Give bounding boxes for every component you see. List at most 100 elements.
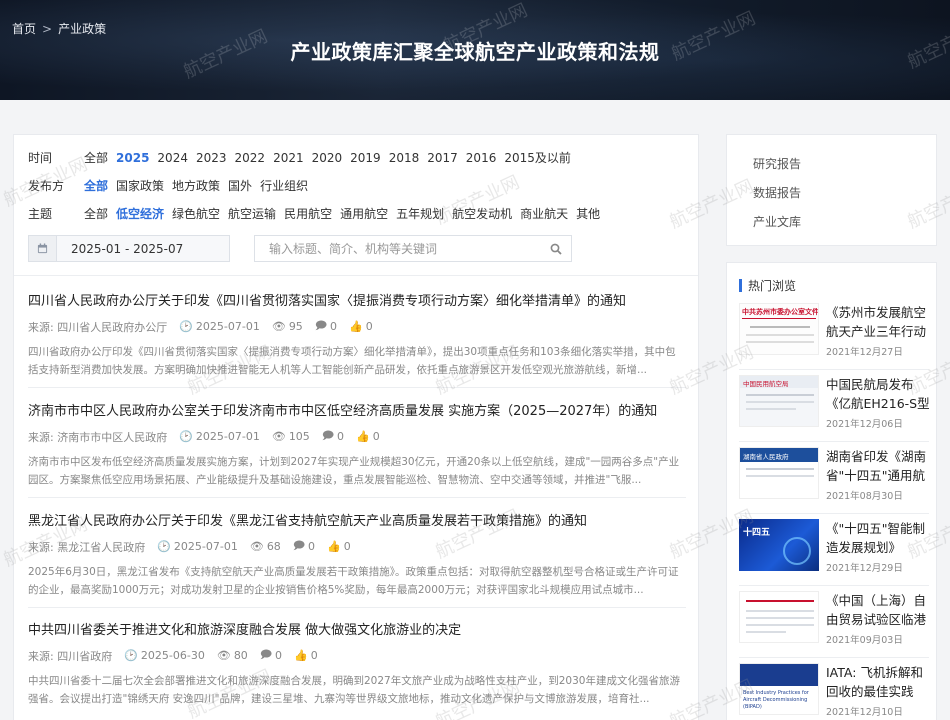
filter-time-option[interactable]: 2024: [157, 151, 188, 165]
clock-icon: 🕑: [157, 540, 171, 553]
filter-time-option[interactable]: 全部: [84, 149, 108, 166]
article-title[interactable]: 中共四川省委关于推进文化和旅游深度融合发展 做大做强文化旅游业的决定: [28, 619, 686, 638]
hot-heading-text: 热门浏览: [748, 279, 797, 293]
comment-icon[interactable]: 🗩: [315, 317, 327, 336]
filter-topic-option[interactable]: 绿色航空: [172, 205, 220, 222]
hot-item-title: 湖南省印发《湖南省"十四五"通用航空发展规划》: [826, 449, 927, 483]
filter-issuer-option[interactable]: 国家政策: [116, 177, 164, 194]
article-summary: 济南市市中区发布低空经济高质量发展实施方案，计划到2027年实现产业规模超30亿…: [28, 456, 680, 486]
hot-list: 热门浏览 中共苏州市委办公室文件 《苏州市发展航空航天产业三年行动计划》 202…: [726, 262, 937, 720]
list-item: 济南市市中区人民政府办公室关于印发济南市市中区低空经济高质量发展 实施方案（20…: [28, 400, 686, 498]
article-title[interactable]: 黑龙江省人民政府办公厅关于印发《黑龙江省支持航空航天产业高质量发展若干政策措施》…: [28, 510, 686, 529]
thumbnail: [739, 591, 819, 643]
filter-time-option[interactable]: 2019: [350, 151, 381, 165]
article-summary: 中共四川省委十二届七次全会部署推进文化和旅游深度融合发展，明确到2027年文旅产…: [28, 675, 680, 705]
thumbnail-text: 十四五: [743, 528, 771, 538]
filter-issuer-option[interactable]: 行业组织: [260, 177, 308, 194]
hot-item[interactable]: 中共苏州市委办公室文件 《苏州市发展航空航天产业三年行动计划》 2021年12月…: [739, 303, 935, 363]
divider: [28, 387, 686, 388]
search-input[interactable]: [255, 236, 541, 261]
hot-item[interactable]: 中国民用航空局 中国民航局发布《亿航EH216-S型无人驾驶航空器》 2021年…: [739, 375, 935, 435]
side-link-data-report[interactable]: 数据报告: [753, 184, 801, 201]
filter-time-option[interactable]: 2016: [466, 151, 497, 165]
hot-item[interactable]: 《中国（上海）自由贸易试验区临港新片区》 2021年09月03日: [739, 591, 935, 651]
filter-issuer-option[interactable]: 国外: [228, 177, 252, 194]
filter-topic-option[interactable]: 通用航空: [340, 205, 388, 222]
filter-topic: 主题 全部 低空经济 绿色航空 航空运输 民用航空 通用航空 五年规划 航空发动…: [28, 205, 608, 222]
filter-topic-option[interactable]: 航空发动机: [452, 205, 512, 222]
thumbnail-text: 中共苏州市委办公室文件: [742, 308, 819, 316]
article-source: 来源: 四川省政府: [28, 649, 113, 663]
article-title[interactable]: 济南市市中区人民政府办公室关于印发济南市市中区低空经济高质量发展 实施方案（20…: [28, 400, 686, 419]
hot-item[interactable]: Best Industry Practices for Aircraft Dec…: [739, 663, 935, 720]
clock-icon: 🕑: [124, 649, 138, 662]
filter-label: 时间: [28, 151, 53, 165]
view-count: 95: [288, 320, 303, 333]
calendar-icon: [29, 236, 57, 261]
filter-issuer: 发布方 全部 国家政策 地方政策 国外 行业组织: [28, 177, 316, 194]
filter-time-option[interactable]: 2022: [235, 151, 266, 165]
hot-item-date: 2021年09月03日: [826, 635, 903, 646]
comment-icon[interactable]: 🗩: [260, 646, 272, 665]
comment-icon[interactable]: 🗩: [322, 427, 334, 446]
filter-time-option[interactable]: 2021: [273, 151, 304, 165]
article-meta: 来源: 济南市市中区人民政府 🕑 2025-07-01 👁 105 🗩 0 👍 0: [28, 427, 686, 446]
search-box: [254, 235, 572, 262]
filter-topic-option[interactable]: 其他: [576, 205, 600, 222]
search-icon[interactable]: [541, 243, 571, 255]
thumbs-up-icon[interactable]: 👍: [349, 320, 363, 333]
comment-count: 0: [337, 430, 345, 443]
article-source: 来源: 济南市市中区人民政府: [28, 430, 168, 444]
eye-icon: 👁: [271, 430, 286, 443]
policy-list-panel: 时间 全部 2025 2024 2023 2022 2021 2020 2019…: [13, 134, 699, 720]
filter-topic-option[interactable]: 低空经济: [116, 205, 164, 222]
breadcrumb-current: 产业政策: [58, 22, 107, 36]
side-link-research[interactable]: 研究报告: [753, 155, 801, 172]
filter-topic-option[interactable]: 民用航空: [284, 205, 332, 222]
hot-item[interactable]: 湖南省人民政府 湖南省印发《湖南省"十四五"通用航空发展规划》 2021年08月…: [739, 447, 935, 507]
hot-item[interactable]: 十四五 《"十四五"智能制造发展规划》 2021年12月29日: [739, 519, 935, 579]
breadcrumb-home[interactable]: 首页: [12, 20, 36, 37]
article-source: 来源: 四川省人民政府办公厅: [28, 320, 168, 334]
page-title: 产业政策库汇聚全球航空产业政策和法规: [290, 40, 660, 64]
filter-topic-option[interactable]: 商业航天: [520, 205, 568, 222]
thumbs-up-icon[interactable]: 👍: [294, 649, 308, 662]
clock-icon: 🕑: [179, 320, 193, 333]
comment-icon[interactable]: 🗩: [293, 537, 305, 556]
thumbs-up-icon[interactable]: 👍: [327, 540, 341, 553]
list-item: 中共四川省委关于推进文化和旅游深度融合发展 做大做强文化旅游业的决定 来源: 四…: [28, 619, 686, 708]
filter-label: 发布方: [28, 179, 65, 193]
filter-issuer-option[interactable]: 全部: [84, 177, 108, 194]
heading-accent-bar: [739, 279, 742, 292]
filter-time-option[interactable]: 2015及以前: [504, 149, 571, 166]
thumbnail: 中国民用航空局: [739, 375, 819, 427]
filter-time-option[interactable]: 2023: [196, 151, 227, 165]
date-range-value: 2025-01 - 2025-07: [71, 241, 184, 256]
thumbnail: 湖南省人民政府: [739, 447, 819, 499]
filter-time-option[interactable]: 2018: [389, 151, 420, 165]
hot-item-title: IATA: 飞机拆解和回收的最佳实践: [826, 665, 923, 699]
comment-count: 0: [275, 649, 283, 662]
article-date: 2025-07-01: [195, 430, 260, 443]
divider: [739, 513, 929, 514]
divider: [739, 441, 929, 442]
date-range-picker[interactable]: 2025-01 - 2025-07: [28, 235, 230, 262]
article-date: 2025-07-01: [195, 320, 260, 333]
thumbnail: 中共苏州市委办公室文件: [739, 303, 819, 355]
article-summary: 四川省政府办公厅印发《四川省贯彻落实国家〈提振消费专项行动方案〉细化举措清单》，…: [28, 346, 676, 376]
filter-issuer-option[interactable]: 地方政策: [172, 177, 220, 194]
eye-icon: 👁: [216, 649, 231, 662]
filter-topic-option[interactable]: 五年规划: [396, 205, 444, 222]
filter-topic-option[interactable]: 全部: [84, 205, 108, 222]
article-title[interactable]: 四川省人民政府办公厅关于印发《四川省贯彻落实国家〈提振消费专项行动方案〉细化举措…: [28, 290, 686, 309]
filter-time-option[interactable]: 2020: [312, 151, 343, 165]
filter-divider: [14, 275, 698, 276]
thumbs-up-icon[interactable]: 👍: [356, 430, 370, 443]
filter-topic-option[interactable]: 航空运输: [228, 205, 276, 222]
divider: [739, 369, 929, 370]
filter-time-option[interactable]: 2025: [116, 151, 149, 165]
filter-time-option[interactable]: 2017: [427, 151, 458, 165]
side-link-library[interactable]: 产业文库: [753, 213, 801, 230]
thumbnail-text: Best Industry Practices for Aircraft Dec…: [743, 690, 809, 710]
divider: [739, 657, 929, 658]
